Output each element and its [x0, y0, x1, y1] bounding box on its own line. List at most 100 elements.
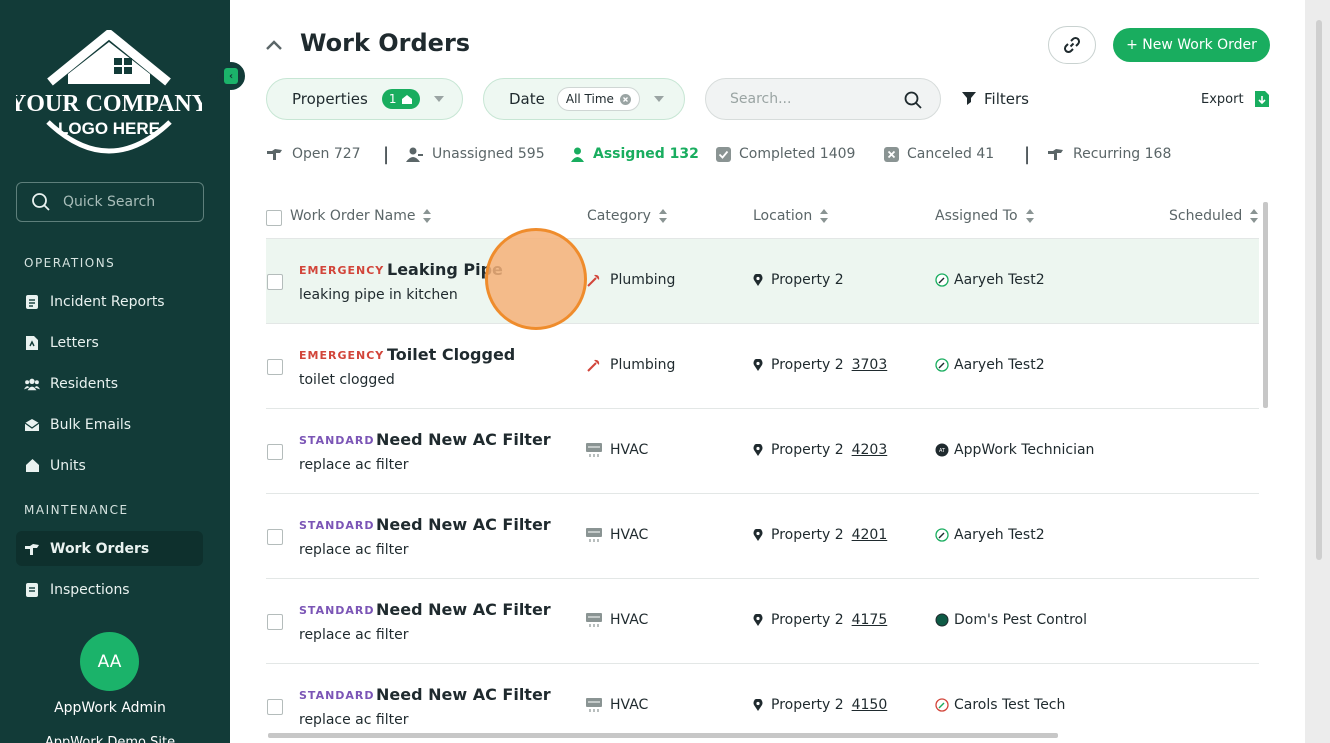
- table-row[interactable]: EMERGENCY Leaking Pipe leaking pipe in k…: [266, 239, 1259, 324]
- svg-text:LOGO HERE: LOGO HERE: [58, 119, 160, 138]
- check-square-icon: [716, 146, 731, 162]
- company-logo[interactable]: YOUR COMPANY LOGO HERE: [9, 29, 209, 162]
- unit-link[interactable]: 4175: [852, 612, 888, 628]
- table-row[interactable]: STANDARD Need New AC Filter replace ac f…: [266, 664, 1259, 743]
- assignee-name[interactable]: Dom's Pest Control: [954, 612, 1087, 628]
- sidebar-item-units[interactable]: Units: [16, 448, 203, 483]
- sidebar-item-letters[interactable]: Letters: [16, 325, 203, 360]
- page-scrollbar[interactable]: [1305, 0, 1330, 743]
- date-filter[interactable]: Date All Time: [483, 78, 685, 120]
- category-label: HVAC: [610, 697, 649, 713]
- clear-icon[interactable]: [619, 93, 631, 105]
- search-icon: [904, 91, 922, 109]
- svg-text:AT: AT: [939, 448, 946, 454]
- category-label: Plumbing: [610, 357, 676, 373]
- quick-search[interactable]: Quick Search: [16, 182, 204, 222]
- category-label: Plumbing: [610, 272, 676, 288]
- work-order-name[interactable]: Need New AC Filter: [376, 430, 551, 449]
- unit-link[interactable]: 4150: [852, 697, 888, 713]
- tab-canceled[interactable]: Canceled 41: [884, 146, 994, 162]
- select-all-checkbox[interactable]: [266, 210, 282, 226]
- property-name: Property 2: [771, 612, 844, 628]
- table-row[interactable]: EMERGENCY Toilet Clogged toilet clogged …: [266, 324, 1259, 409]
- category-cell: HVAC: [586, 442, 648, 458]
- sidebar-item-inspections[interactable]: Inspections: [16, 572, 203, 607]
- work-order-name[interactable]: Need New AC Filter: [376, 600, 551, 619]
- hvac-icon: [586, 443, 602, 457]
- category-cell: Plumbing: [586, 272, 675, 288]
- work-order-name[interactable]: Need New AC Filter: [376, 515, 551, 534]
- sidebar-collapse-button[interactable]: ‹: [217, 62, 245, 90]
- page-scrollbar-thumb[interactable]: [1316, 20, 1322, 560]
- location-pin-icon: [753, 274, 763, 286]
- row-checkbox[interactable]: [267, 614, 283, 630]
- filters-button[interactable]: Filters: [962, 90, 1029, 108]
- assignee-name[interactable]: Aaryeh Test2: [954, 272, 1045, 288]
- column-header-assigned-to[interactable]: Assigned To: [935, 208, 1034, 224]
- column-label: Assigned To: [935, 208, 1018, 224]
- avatar[interactable]: AA: [80, 632, 139, 691]
- link-icon: [1063, 36, 1081, 54]
- assignee-name[interactable]: Carols Test Tech: [954, 697, 1065, 713]
- tab-completed[interactable]: Completed 1409: [716, 146, 855, 162]
- wrench-hand-icon: [24, 541, 40, 557]
- technician-avatar-icon: [935, 528, 949, 542]
- location-pin-icon: [753, 529, 763, 541]
- chevron-up-icon[interactable]: [265, 36, 283, 54]
- sidebar-item-label: Units: [50, 457, 86, 474]
- assigned-cell: Carols Test Tech: [935, 697, 1065, 713]
- sidebar-item-residents[interactable]: Residents: [16, 366, 203, 401]
- tab-open[interactable]: Open 727: [266, 146, 361, 162]
- filters-label: Filters: [984, 90, 1029, 108]
- search-input[interactable]: Search...: [705, 78, 941, 120]
- assignee-name[interactable]: AppWork Technician: [954, 442, 1094, 458]
- location-pin-icon: [753, 614, 763, 626]
- sidebar-item-work-orders[interactable]: Work Orders: [16, 531, 203, 566]
- column-header-category[interactable]: Category: [587, 208, 667, 224]
- sort-icon: [423, 209, 432, 223]
- unit-link[interactable]: 3703: [852, 357, 888, 373]
- category-cell: Plumbing: [586, 357, 675, 373]
- table-row[interactable]: STANDARD Need New AC Filter replace ac f…: [266, 494, 1259, 579]
- table-horizontal-scrollbar[interactable]: [268, 733, 1058, 738]
- work-order-name[interactable]: Toilet Clogged: [387, 345, 515, 364]
- table-vertical-scrollbar[interactable]: [1263, 202, 1268, 408]
- row-checkbox[interactable]: [267, 529, 283, 545]
- tab-assigned[interactable]: Assigned 132: [570, 146, 699, 162]
- row-checkbox[interactable]: [267, 359, 283, 375]
- assigned-cell: Aaryeh Test2: [935, 272, 1045, 288]
- unit-link[interactable]: 4201: [852, 527, 888, 543]
- assignee-name[interactable]: Aaryeh Test2: [954, 527, 1045, 543]
- site-name: AppWork Demo Site: [44, 735, 176, 743]
- property-name: Property 2: [771, 272, 844, 288]
- copy-link-button[interactable]: [1048, 26, 1096, 64]
- sidebar-item-incident-reports[interactable]: Incident Reports: [16, 284, 203, 319]
- sort-icon: [820, 209, 829, 223]
- column-header-work-order-name[interactable]: Work Order Name: [290, 208, 432, 224]
- row-checkbox[interactable]: [267, 699, 283, 715]
- tab-recurring[interactable]: Recurring 168: [1047, 146, 1171, 162]
- export-button[interactable]: Export: [1201, 90, 1270, 108]
- column-header-location[interactable]: Location: [753, 208, 829, 224]
- category-cell: HVAC: [586, 697, 648, 713]
- assignee-name[interactable]: Aaryeh Test2: [954, 357, 1045, 373]
- tab-unassigned[interactable]: Unassigned 595: [406, 146, 545, 162]
- column-header-scheduled[interactable]: Scheduled: [1169, 208, 1259, 224]
- work-order-name[interactable]: Need New AC Filter: [376, 685, 551, 704]
- hvac-icon: [586, 698, 602, 712]
- row-checkbox[interactable]: [267, 274, 283, 290]
- assigned-cell: Aaryeh Test2: [935, 357, 1045, 373]
- table-row[interactable]: STANDARD Need New AC Filter replace ac f…: [266, 579, 1259, 664]
- properties-filter[interactable]: Properties 1: [266, 78, 463, 120]
- property-name: Property 2: [771, 527, 844, 543]
- vendor-avatar-icon: [935, 613, 949, 627]
- row-checkbox[interactable]: [267, 444, 283, 460]
- date-value-chip[interactable]: All Time: [556, 87, 640, 111]
- sidebar-item-label: Letters: [50, 334, 99, 351]
- unit-link[interactable]: 4203: [852, 442, 888, 458]
- table-row[interactable]: STANDARD Need New AC Filter replace ac f…: [266, 409, 1259, 494]
- sidebar-item-bulk-emails[interactable]: Bulk Emails: [16, 407, 203, 442]
- new-work-order-button[interactable]: + New Work Order: [1113, 28, 1270, 62]
- column-label: Location: [753, 208, 813, 224]
- priority-badge: EMERGENCY: [299, 349, 385, 362]
